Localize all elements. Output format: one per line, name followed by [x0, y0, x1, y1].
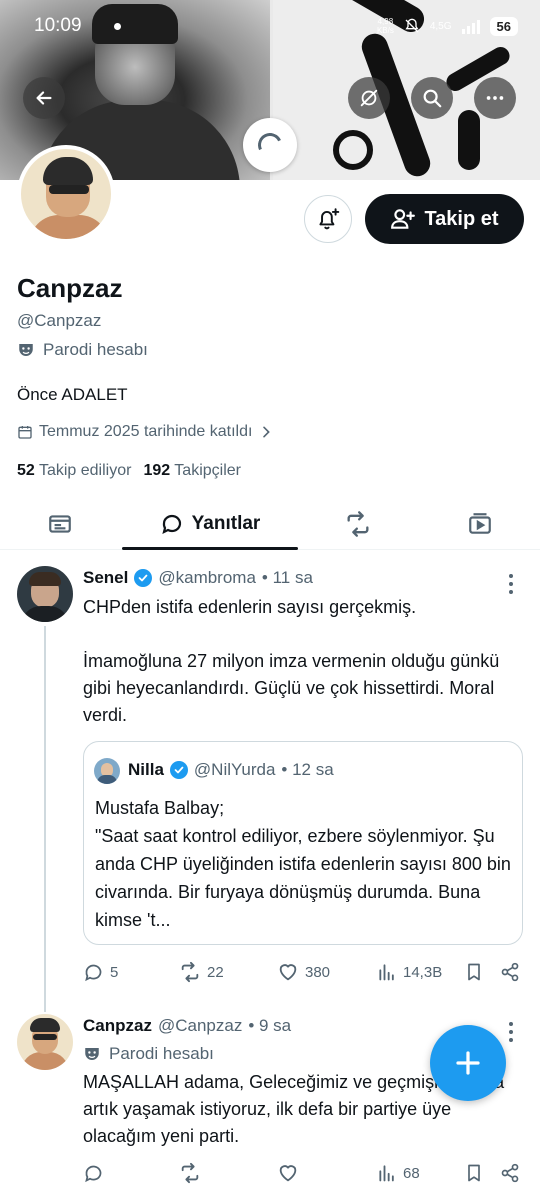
- heart-icon: [279, 964, 297, 981]
- author-name[interactable]: Senel: [83, 568, 128, 588]
- loading-spinner: [243, 118, 297, 172]
- tweet-header: Canpzaz @Canpzaz • 9 sa: [83, 1016, 291, 1036]
- mute-icon: [405, 18, 419, 33]
- verified-badge-icon: [134, 569, 153, 587]
- verified-badge-icon: [169, 761, 188, 779]
- follow-button[interactable]: Takip et: [365, 194, 524, 244]
- tweet-more-icon[interactable]: [509, 1020, 513, 1044]
- compose-button[interactable]: [430, 1025, 506, 1101]
- join-date[interactable]: Temmuz 2025 tarihinde katıldı: [17, 423, 274, 441]
- share-button[interactable]: [500, 962, 520, 982]
- parody-label: Parodi hesabı: [83, 1044, 214, 1064]
- signal-icon: [461, 18, 480, 34]
- tab-indicator: [122, 547, 298, 550]
- plus-icon: [456, 1051, 480, 1075]
- like-button[interactable]: [277, 1162, 299, 1184]
- author-handle[interactable]: @kambroma: [158, 568, 256, 588]
- quote-avatar: [94, 758, 120, 784]
- reply-button[interactable]: [83, 1163, 104, 1184]
- tweet-avatar-senel[interactable]: [17, 566, 73, 622]
- retweet-icon: [347, 511, 369, 537]
- mask-icon: [19, 344, 33, 356]
- profile-bio: Önce ADALET: [17, 385, 128, 404]
- retweet-button[interactable]: [179, 1162, 201, 1184]
- tab-media[interactable]: [450, 498, 510, 550]
- chevron-right-icon: [263, 426, 271, 438]
- quote-header: Nilla @NilYurda • 12 sa: [128, 760, 334, 780]
- share-icon: [501, 962, 519, 982]
- quote-text: Mustafa Balbay; "Saat saat kontrol edili…: [95, 798, 511, 930]
- video-icon: [469, 513, 491, 534]
- profile-avatar[interactable]: [17, 145, 115, 243]
- reply-button[interactable]: 5: [83, 962, 118, 983]
- quote-author-name: Nilla: [128, 760, 164, 779]
- retweet-icon: [181, 1162, 199, 1184]
- tab-reposts[interactable]: [328, 498, 388, 550]
- subscribe-notifications-button[interactable]: [304, 195, 352, 243]
- notification-dot: [113, 22, 121, 30]
- mask-icon: [85, 1048, 99, 1060]
- bookmark-button[interactable]: [464, 1163, 484, 1183]
- status-bar: 10:09 4,98 KB/s 4,5G 56: [0, 0, 540, 52]
- reply-bubble-icon: [85, 1165, 102, 1182]
- views-button[interactable]: 68: [377, 1163, 420, 1183]
- back-arrow-icon: [36, 91, 52, 105]
- tweet-header: Senel @kambroma • 11 sa: [83, 568, 313, 588]
- quote-time: • 12 sa: [281, 760, 334, 779]
- search-icon: [423, 89, 442, 108]
- tweet-time: • 11 sa: [261, 568, 313, 587]
- bell-plus-icon: [319, 208, 340, 230]
- following-link[interactable]: 52 Takip ediliyor: [17, 462, 131, 480]
- net-speed: 4,98 KB/s: [376, 17, 394, 35]
- tweet-time: • 9 sa: [248, 1016, 292, 1035]
- tweet-avatar-canpzaz[interactable]: [17, 1014, 73, 1070]
- spinner-arc: [254, 129, 286, 161]
- tweet-actions: 68: [83, 1161, 523, 1185]
- calendar-icon: [18, 426, 32, 439]
- status-indicators: 4,98 KB/s 4,5G 56: [376, 16, 518, 36]
- display-name: Canpzaz: [17, 273, 123, 303]
- followers-link[interactable]: 192 Takipçiler: [143, 462, 241, 480]
- reply-bubble-icon: [162, 514, 181, 535]
- bookmark-icon: [468, 1164, 480, 1182]
- views-button[interactable]: 14,3B: [377, 962, 442, 982]
- quoted-tweet[interactable]: Nilla @NilYurda • 12 sa Mustafa Balbay; …: [83, 741, 523, 945]
- network-type: 4,5G: [429, 20, 452, 32]
- retweet-icon: [181, 961, 199, 983]
- notifications-off-button[interactable]: [348, 77, 390, 119]
- profile-tabs: Yanıtlar: [0, 498, 540, 550]
- bookmark-icon: [468, 963, 480, 981]
- follow-stats: 52 Takip ediliyor 192 Takipçiler: [17, 462, 241, 480]
- tab-replies[interactable]: Yanıtlar: [122, 498, 298, 550]
- no-sync-icon: [360, 89, 378, 107]
- share-button[interactable]: [500, 1163, 520, 1183]
- tweet-more-icon[interactable]: [509, 572, 513, 596]
- status-time: 10:09: [34, 15, 82, 36]
- follow-button-label: Takip et: [424, 207, 499, 230]
- author-name[interactable]: Canpzaz: [83, 1016, 152, 1036]
- tweet-actions: 5 22 380 14,3B: [83, 960, 523, 984]
- posts-icon: [49, 515, 71, 533]
- like-button[interactable]: 380: [277, 961, 330, 983]
- parody-label: Parodi hesabı: [17, 340, 148, 360]
- search-button[interactable]: [411, 77, 453, 119]
- quote-author-handle: @NilYurda: [193, 760, 276, 779]
- author-handle[interactable]: @Canpzaz: [158, 1016, 242, 1036]
- back-button[interactable]: [23, 77, 65, 119]
- views-icon: [379, 1165, 394, 1182]
- bookmark-button[interactable]: [464, 962, 484, 982]
- tweet-text: CHPden istifa edenlerin sayısı gerçekmiş…: [83, 597, 500, 725]
- battery-icon: 56: [489, 16, 518, 36]
- share-icon: [501, 1163, 519, 1183]
- retweet-button[interactable]: 22: [179, 961, 224, 983]
- profile-handle: @Canpzaz: [17, 311, 102, 330]
- follow-user-icon: [391, 209, 416, 229]
- more-options-button[interactable]: [474, 77, 516, 119]
- more-icon: [486, 96, 504, 100]
- reply-bubble-icon: [85, 964, 102, 981]
- tab-posts[interactable]: [30, 498, 90, 550]
- views-icon: [379, 964, 394, 981]
- thread-line: [44, 626, 46, 1012]
- heart-icon: [279, 1165, 297, 1182]
